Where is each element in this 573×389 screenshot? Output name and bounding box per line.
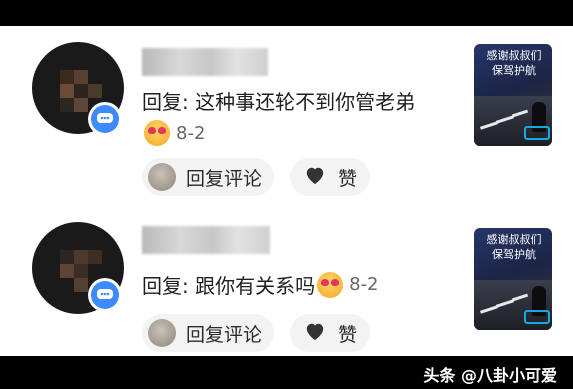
reply-comment-button[interactable]: 回复评论 — [142, 158, 274, 196]
road-scene — [474, 96, 552, 146]
road-scene — [474, 280, 552, 330]
comment-text: 回复: 跟你有关系吗 8-2 — [142, 270, 379, 299]
heart-icon — [304, 321, 326, 346]
verified-badge — [88, 102, 122, 136]
heart-icon — [304, 165, 326, 190]
comment-list: 回复: 这种事还轮不到你管老弟 8-2 回复评论 赞 感谢叔叔们 保驾护航 回复… — [0, 26, 573, 356]
thumbnail-caption: 感谢叔叔们 保驾护航 — [486, 233, 542, 261]
watermark-bar: 头条 @八卦小可爱 — [0, 356, 573, 389]
comment-meta: 8-2 — [142, 120, 205, 146]
my-avatar — [148, 319, 176, 347]
video-thumbnail[interactable]: 感谢叔叔们 保驾护航 — [474, 228, 552, 330]
like-label: 赞 — [338, 167, 358, 190]
comment-date: 8-2 — [349, 274, 379, 295]
bicycle-shape — [524, 310, 550, 324]
heart-eyes-emoji-icon — [144, 120, 170, 146]
like-label: 赞 — [338, 323, 358, 346]
watermark-text: 头条 @八卦小可爱 — [423, 366, 557, 385]
comment-item: 回复: 跟你有关系吗 8-2 回复评论 赞 感谢叔叔们 保驾护航 — [0, 206, 573, 356]
bicycle-shape — [524, 126, 550, 140]
comment-date: 8-2 — [176, 122, 206, 144]
username-blurred[interactable] — [142, 48, 268, 76]
like-button[interactable]: 赞 — [290, 158, 370, 196]
video-thumbnail[interactable]: 感谢叔叔们 保驾护航 — [474, 44, 552, 146]
username-blurred[interactable] — [142, 226, 270, 254]
heart-eyes-emoji-icon — [317, 271, 344, 298]
my-avatar — [148, 163, 176, 191]
reply-button-label: 回复评论 — [186, 323, 263, 346]
comment-text: 回复: 这种事还轮不到你管老弟 — [142, 86, 415, 115]
chat-bubble-icon — [91, 105, 119, 133]
verified-badge — [88, 278, 122, 312]
like-button[interactable]: 赞 — [290, 314, 370, 352]
reply-text: 回复: 跟你有关系吗 — [142, 274, 316, 298]
comment-item: 回复: 这种事还轮不到你管老弟 8-2 回复评论 赞 感谢叔叔们 保驾护航 — [0, 26, 573, 196]
thumbnail-caption: 感谢叔叔们 保驾护航 — [486, 49, 542, 77]
reply-comment-button[interactable]: 回复评论 — [142, 314, 274, 352]
reply-text: 回复: 这种事还轮不到你管老弟 — [142, 90, 416, 114]
reply-button-label: 回复评论 — [186, 167, 263, 190]
chat-bubble-icon — [91, 281, 119, 309]
